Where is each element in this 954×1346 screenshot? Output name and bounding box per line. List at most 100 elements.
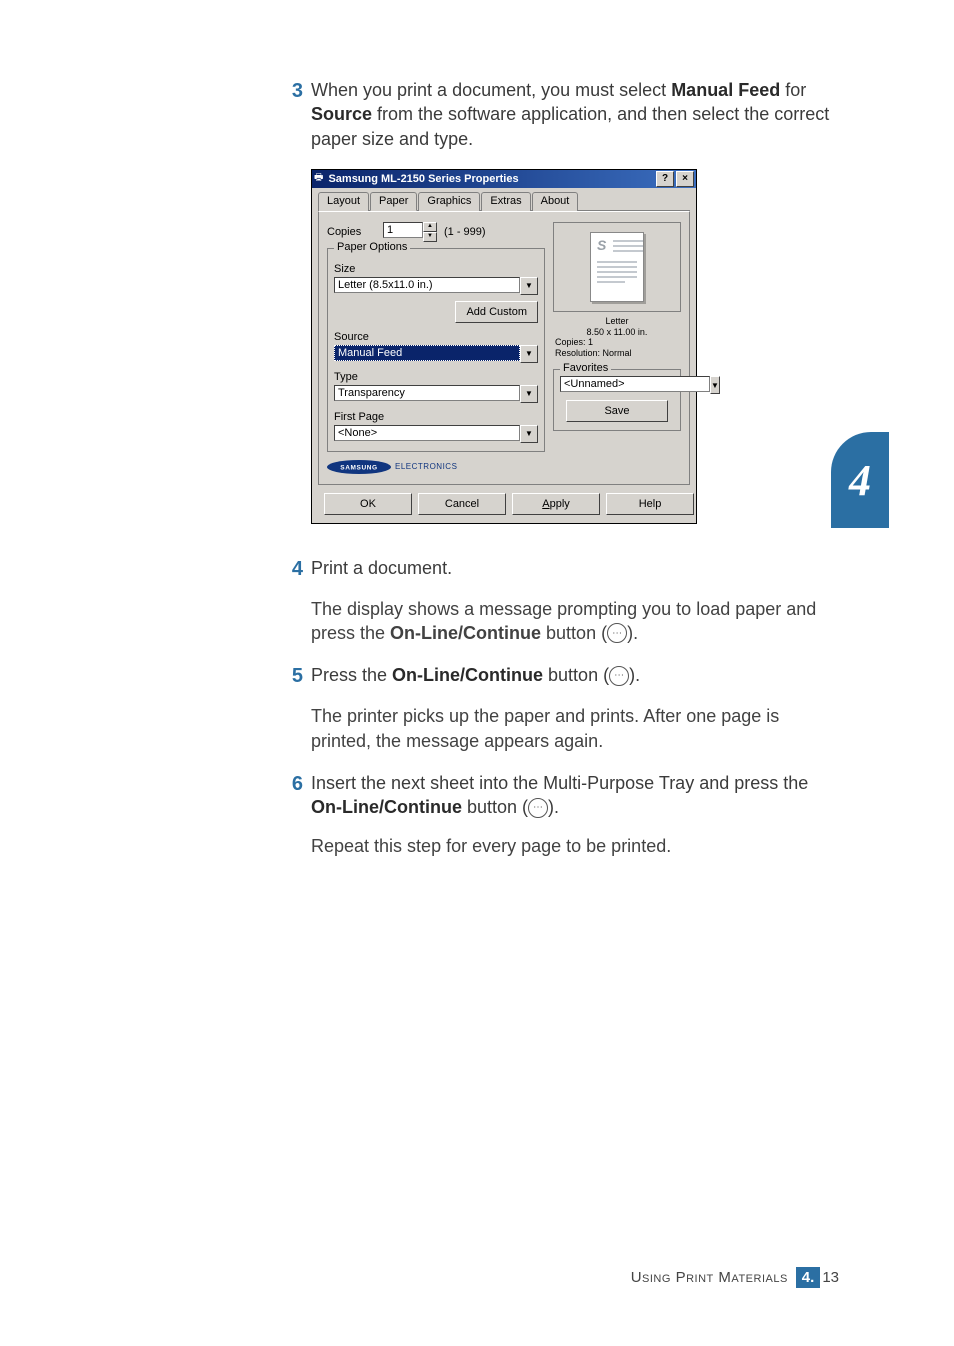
t: from the software application, and then … [311, 104, 829, 148]
t: ). [548, 797, 559, 817]
type-value[interactable] [334, 385, 520, 401]
svg-text:SAMSUNG: SAMSUNG [340, 464, 377, 471]
size-label: Size [334, 263, 538, 275]
brand-sub: ELECTRONICS [395, 462, 457, 471]
help-titlebar-button[interactable]: ? [656, 171, 674, 187]
source-label: Source [334, 331, 538, 343]
step-3: 3 When you print a document, you must se… [275, 78, 835, 151]
t: ). [629, 665, 640, 685]
close-titlebar-button[interactable]: × [676, 171, 694, 187]
dialog-buttons: OK Cancel Apply Help [318, 493, 690, 515]
spin-down-icon[interactable]: ▼ [423, 232, 437, 242]
t: button ( [541, 623, 607, 643]
apply-button[interactable]: Apply [512, 493, 600, 515]
step-text: Insert the next sheet into the Multi-Pur… [311, 771, 835, 820]
left-column: Copies ▲ ▼ (1 - 999) [327, 222, 545, 474]
step-4-sub: The display shows a message prompting yo… [311, 597, 835, 646]
tab-extras[interactable]: Extras [481, 192, 530, 211]
favorites-value[interactable] [560, 376, 710, 392]
type-combo[interactable]: ▼ [334, 385, 538, 403]
copies-input[interactable] [383, 222, 423, 238]
step-4: 4 Print a document. [275, 556, 835, 583]
step-number: 3 [275, 78, 303, 105]
chevron-down-icon[interactable]: ▼ [710, 376, 720, 394]
online-continue-icon: ⋯ [609, 666, 629, 686]
dialog-body: Layout Paper Graphics Extras About Copie… [312, 188, 696, 523]
favorites-combo[interactable]: ▼ [560, 376, 674, 394]
step-text: When you print a document, you must sele… [311, 78, 835, 151]
firstpage-combo[interactable]: ▼ [334, 425, 538, 443]
info-line: Letter [553, 316, 681, 327]
right-column: S Letter 8.50 x 11.00 in. Cop [553, 222, 681, 474]
preview-info: Letter 8.50 x 11.00 in. Copies: 1 Resolu… [553, 316, 681, 359]
tab-about[interactable]: About [532, 192, 579, 211]
chevron-down-icon[interactable]: ▼ [520, 345, 538, 363]
chevron-down-icon[interactable]: ▼ [520, 277, 538, 295]
title-text: Samsung ML-2150 Series Properties [326, 173, 654, 185]
t: Press the [311, 665, 392, 685]
step-text: Press the On-Line/Continue button (⋯). [311, 663, 640, 687]
save-button[interactable]: Save [566, 400, 668, 422]
size-value[interactable] [334, 277, 520, 293]
type-label: Type [334, 371, 538, 383]
page-preview: S [553, 222, 681, 312]
copies-label: Copies [327, 226, 375, 238]
chapter-side-tab: 4 [831, 432, 889, 528]
step-text: Print a document. [311, 556, 452, 580]
dialog-screenshot: 🖶 Samsung ML-2150 Series Properties ? × … [311, 169, 835, 524]
t: for [780, 80, 806, 100]
size-combo[interactable]: ▼ [334, 277, 538, 295]
source-combo[interactable]: ▼ [334, 345, 538, 363]
info-line: Copies: 1 [553, 337, 681, 348]
copies-row: Copies ▲ ▼ (1 - 999) [327, 222, 545, 242]
tab-strip: Layout Paper Graphics Extras About [318, 192, 690, 211]
printer-icon: 🖶 [314, 170, 323, 187]
help-button[interactable]: Help [606, 493, 694, 515]
group-title: Paper Options [334, 241, 410, 253]
tab-layout[interactable]: Layout [318, 192, 369, 211]
t: Insert the next sheet into the Multi-Pur… [311, 773, 808, 793]
favorites-label: Favorites [560, 362, 611, 374]
step-5: 5 Press the On-Line/Continue button (⋯). [275, 663, 835, 690]
step-5-sub: The printer picks up the paper and print… [311, 704, 835, 753]
content-area: 3 When you print a document, you must se… [275, 78, 835, 876]
tab-paper[interactable]: Paper [370, 192, 417, 211]
titlebar: 🖶 Samsung ML-2150 Series Properties ? × [312, 170, 696, 188]
step-6-sub: Repeat this step for every page to be pr… [311, 834, 835, 858]
add-custom-button[interactable]: Add Custom [455, 301, 538, 323]
footer-page-number: 13 [822, 1269, 839, 1286]
bold: On-Line/Continue [390, 623, 541, 643]
info-line: Resolution: Normal [553, 348, 681, 359]
source-value[interactable] [334, 345, 520, 361]
t: ). [627, 623, 638, 643]
bold: On-Line/Continue [392, 665, 543, 685]
samsung-logo-icon: SAMSUNG [327, 460, 391, 474]
step-6: 6 Insert the next sheet into the Multi-P… [275, 771, 835, 820]
copies-spinner[interactable]: ▲ ▼ [383, 222, 438, 242]
info-line: 8.50 x 11.00 in. [553, 327, 681, 338]
firstpage-value[interactable] [334, 425, 520, 441]
chevron-down-icon[interactable]: ▼ [520, 385, 538, 403]
step-number: 6 [275, 771, 303, 798]
add-custom-row: Add Custom [334, 301, 538, 323]
online-continue-icon: ⋯ [528, 798, 548, 818]
step-number: 5 [275, 663, 303, 690]
t: button ( [462, 797, 528, 817]
spin-up-icon[interactable]: ▲ [423, 222, 437, 232]
copies-range: (1 - 999) [444, 226, 486, 238]
bold: Source [311, 104, 372, 124]
tab-graphics[interactable]: Graphics [418, 192, 480, 211]
firstpage-label: First Page [334, 411, 538, 423]
cancel-button[interactable]: Cancel [418, 493, 506, 515]
bold: Manual Feed [671, 80, 780, 100]
preview-page-icon: S [590, 232, 644, 302]
page-footer: Using Print Materials 4. 13 [0, 1267, 954, 1288]
paper-options-group: Paper Options Size ▼ Add Custom Source [327, 248, 545, 452]
online-continue-icon: ⋯ [607, 623, 627, 643]
ok-button[interactable]: OK [324, 493, 412, 515]
chevron-down-icon[interactable]: ▼ [520, 425, 538, 443]
properties-dialog: 🖶 Samsung ML-2150 Series Properties ? × … [311, 169, 697, 524]
footer-chapter-badge: 4. [796, 1267, 821, 1288]
brand-row: SAMSUNG ELECTRONICS [327, 460, 545, 474]
t: button ( [543, 665, 609, 685]
